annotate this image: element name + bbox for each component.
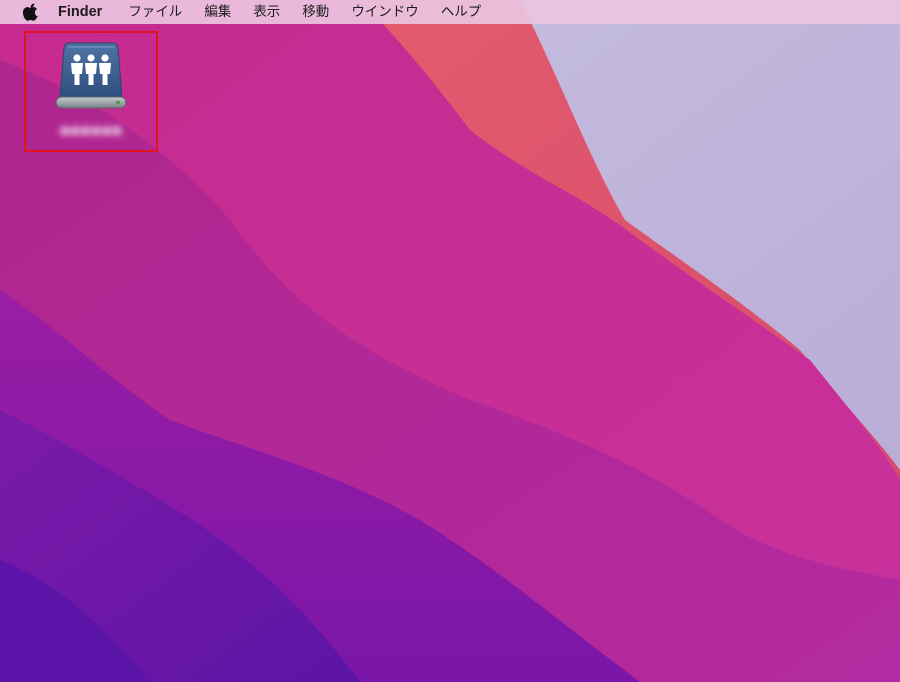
desktop-icon-shared-drive[interactable]: ●●●●●● — [24, 31, 158, 152]
menu-edit[interactable]: 編集 — [204, 0, 231, 24]
menu-go[interactable]: 移動 — [302, 0, 329, 24]
apple-logo-icon[interactable] — [18, 0, 44, 24]
menu-file[interactable]: ファイル — [128, 0, 182, 24]
desktop: Finder ファイル 編集 表示 移動 ウインドウ ヘルプ ●●●●●● — [0, 0, 900, 682]
menu-bar: Finder ファイル 編集 表示 移動 ウインドウ ヘルプ — [0, 0, 900, 24]
menu-app-finder[interactable]: Finder — [58, 0, 102, 24]
desktop-icon-label: ●●●●●● — [59, 123, 123, 137]
menu-view[interactable]: 表示 — [253, 0, 280, 24]
shared-network-drive-icon[interactable] — [54, 41, 128, 115]
menu-help[interactable]: ヘルプ — [441, 0, 482, 24]
menu-window[interactable]: ウインドウ — [351, 0, 419, 24]
